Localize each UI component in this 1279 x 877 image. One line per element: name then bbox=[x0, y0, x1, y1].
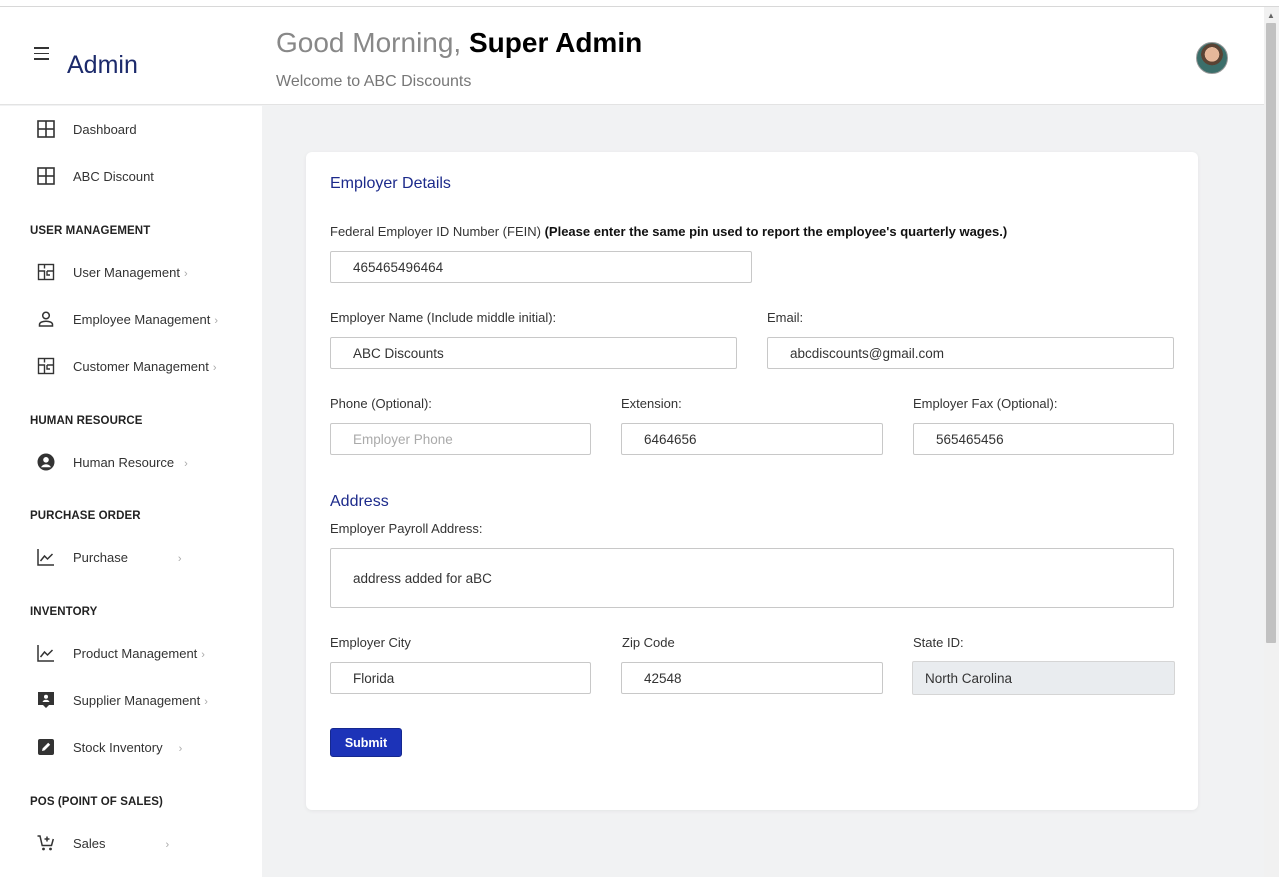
sidebar-item-stock-inventory[interactable]: Stock Inventory › bbox=[36, 735, 182, 759]
scroll-up-arrow-icon[interactable]: ▲ bbox=[1267, 11, 1275, 20]
sidebar-item-sales[interactable]: Sales › bbox=[36, 831, 169, 855]
fein-label: Federal Employer ID Number (FEIN) (Pleas… bbox=[330, 224, 1008, 239]
sidebar-item-label: User Management › bbox=[73, 264, 188, 280]
menu-toggle-icon[interactable] bbox=[34, 47, 50, 60]
address-heading: Address bbox=[330, 493, 389, 510]
contact-badge-icon bbox=[36, 690, 56, 710]
grid-icon bbox=[36, 119, 56, 139]
sidebar-item-label: ABC Discount bbox=[73, 168, 154, 184]
sidebar-item-purchase[interactable]: Purchase › bbox=[36, 545, 182, 569]
submit-button[interactable]: Submit bbox=[330, 728, 402, 757]
line-chart-icon bbox=[36, 643, 56, 663]
sidebar: Dashboard ABC Discount USER MANAGEMENT U… bbox=[0, 106, 262, 877]
greeting-prefix: Good Morning, bbox=[276, 27, 462, 58]
sidebar-item-label: Sales › bbox=[73, 835, 170, 851]
user-circle-icon bbox=[36, 452, 56, 472]
section-pos: POS (POINT OF SALES) bbox=[30, 796, 163, 808]
employer-name-label: Employer Name (Include middle initial): bbox=[330, 310, 557, 325]
section-inventory: INVENTORY bbox=[30, 606, 98, 618]
greeting-user-name: Super Admin bbox=[469, 27, 643, 58]
sidebar-item-label: Dashboard bbox=[73, 121, 137, 137]
zip-code-label: Zip Code bbox=[622, 635, 675, 650]
grid-icon bbox=[36, 166, 56, 186]
sidebar-item-label: Stock Inventory › bbox=[73, 739, 183, 755]
sidebar-item-label: Supplier Management › bbox=[73, 692, 208, 708]
line-chart-icon bbox=[36, 547, 56, 567]
cart-add-icon bbox=[36, 833, 56, 853]
floorplan-icon bbox=[36, 262, 56, 282]
extension-input[interactable] bbox=[621, 423, 883, 455]
greeting: Good Morning, Super Admin bbox=[276, 27, 642, 59]
fax-input[interactable] bbox=[913, 423, 1174, 455]
sidebar-item-supplier-management[interactable]: Supplier Management › bbox=[36, 688, 208, 712]
top-header: Admin Good Morning, Super Admin Welcome … bbox=[0, 7, 1264, 105]
section-user-management: USER MANAGEMENT bbox=[30, 225, 151, 237]
edit-box-icon bbox=[36, 737, 56, 757]
zip-code-input[interactable] bbox=[621, 662, 883, 694]
email-input[interactable] bbox=[767, 337, 1174, 369]
sidebar-item-abc-discount[interactable]: ABC Discount bbox=[36, 164, 154, 188]
sidebar-item-human-resource[interactable]: Human Resource › bbox=[36, 450, 188, 474]
floorplan-icon bbox=[36, 356, 56, 376]
person-icon bbox=[36, 309, 56, 329]
employer-name-input[interactable] bbox=[330, 337, 737, 369]
page-scrollbar[interactable]: ▲ bbox=[1264, 7, 1279, 877]
sidebar-item-label: Purchase › bbox=[73, 549, 182, 565]
payroll-address-textarea[interactable]: address added for aBC bbox=[330, 548, 1174, 608]
phone-input[interactable] bbox=[330, 423, 591, 455]
section-purchase-order: PURCHASE ORDER bbox=[30, 510, 141, 522]
sidebar-item-user-management[interactable]: User Management › bbox=[36, 260, 188, 284]
window-top-border bbox=[0, 0, 1279, 7]
sidebar-item-label: Human Resource › bbox=[73, 454, 188, 470]
sidebar-item-label: Employee Management › bbox=[73, 311, 218, 327]
scrollbar-thumb[interactable] bbox=[1266, 23, 1276, 643]
section-human-resource: HUMAN RESOURCE bbox=[30, 415, 143, 427]
user-avatar[interactable] bbox=[1196, 42, 1228, 74]
sidebar-item-label: Customer Management › bbox=[73, 358, 217, 374]
sidebar-item-dashboard[interactable]: Dashboard bbox=[36, 117, 137, 141]
phone-label: Phone (Optional): bbox=[330, 396, 432, 411]
city-label: Employer City bbox=[330, 635, 411, 650]
fein-input[interactable] bbox=[330, 251, 752, 283]
welcome-subtitle: Welcome to ABC Discounts bbox=[276, 73, 472, 90]
sidebar-item-customer-management[interactable]: Customer Management › bbox=[36, 354, 217, 378]
email-label: Email: bbox=[767, 310, 804, 325]
state-id-label: State ID: bbox=[913, 635, 964, 650]
fein-note: (Please enter the same pin used to repor… bbox=[544, 224, 1008, 239]
brand-title: Admin bbox=[67, 51, 138, 79]
sidebar-item-product-management[interactable]: Product Management › bbox=[36, 641, 205, 665]
extension-label: Extension: bbox=[621, 396, 682, 411]
sidebar-item-employee-management[interactable]: Employee Management › bbox=[36, 307, 218, 331]
state-id-input bbox=[912, 661, 1175, 695]
employer-details-heading: Employer Details bbox=[330, 175, 451, 192]
fax-label: Employer Fax (Optional): bbox=[913, 396, 1058, 411]
employer-details-card: Employer Details Federal Employer ID Num… bbox=[306, 152, 1198, 810]
payroll-address-label: Employer Payroll Address: bbox=[330, 521, 483, 536]
sidebar-item-label: Product Management › bbox=[73, 645, 205, 661]
city-input[interactable] bbox=[330, 662, 591, 694]
